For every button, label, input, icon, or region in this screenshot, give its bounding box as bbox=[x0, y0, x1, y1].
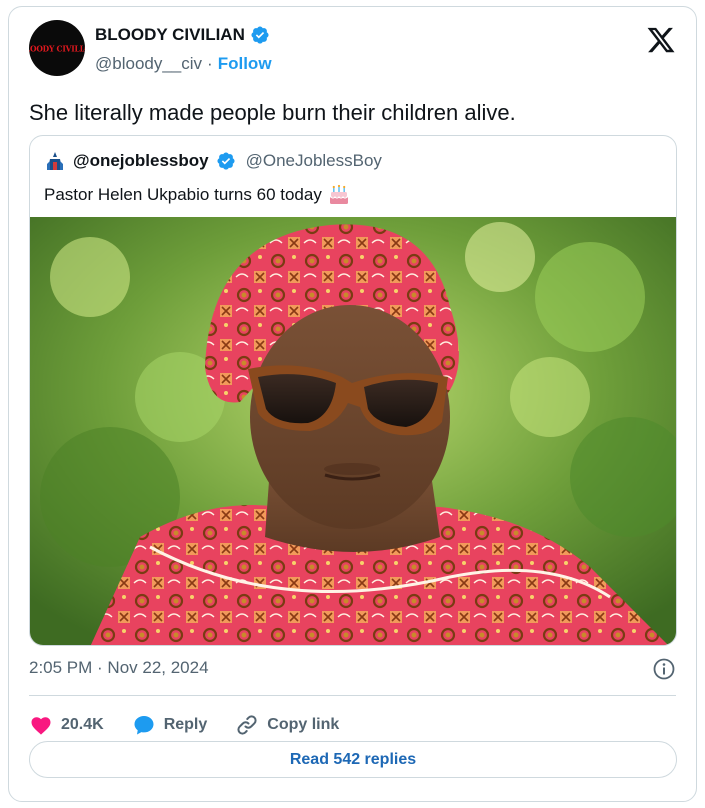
verified-badge-icon bbox=[251, 26, 269, 44]
quoted-author-handle: @OneJoblessBoy bbox=[245, 151, 382, 170]
avatar-logo-text: BLOODY CIVILIAN bbox=[29, 42, 85, 54]
tweet-card: BLOODY CIVILIAN BLOODY CIVILIAN @bloody_… bbox=[8, 6, 697, 802]
read-replies-button[interactable]: Read 542 replies bbox=[29, 741, 677, 778]
like-button[interactable]: 20.4K bbox=[29, 713, 104, 737]
quoted-photo[interactable] bbox=[30, 217, 676, 645]
tweet-timestamp[interactable]: 2:05 PM · Nov 22, 2024 bbox=[29, 658, 209, 678]
copy-link-button[interactable]: Copy link bbox=[235, 713, 339, 737]
author-name-row[interactable]: BLOODY CIVILIAN bbox=[95, 25, 270, 45]
quoted-text-row: Pastor Helen Ukpabio turns 60 today bbox=[44, 184, 350, 206]
birthday-cake-icon bbox=[329, 184, 348, 204]
like-count: 20.4K bbox=[61, 716, 104, 733]
link-icon bbox=[237, 715, 257, 735]
quoted-author-avatar[interactable] bbox=[44, 150, 66, 172]
follow-button[interactable]: Follow bbox=[218, 54, 272, 74]
author-name[interactable]: BLOODY CIVILIAN bbox=[95, 25, 245, 45]
quoted-tweet[interactable]: @onejoblessboy @OneJoblessBoy Pastor Hel… bbox=[29, 135, 677, 646]
author-handle[interactable]: @bloody__civ bbox=[95, 54, 202, 74]
tweet-text: She literally made people burn their chi… bbox=[29, 100, 516, 125]
author-avatar[interactable]: BLOODY CIVILIAN bbox=[29, 20, 85, 76]
verified-badge-icon bbox=[217, 152, 235, 170]
copy-link-label: Copy link bbox=[267, 716, 340, 733]
heart-icon bbox=[31, 717, 51, 735]
info-icon[interactable] bbox=[652, 657, 676, 681]
reply-label: Reply bbox=[163, 716, 208, 733]
quoted-author-name: @onejoblessboy bbox=[73, 151, 209, 170]
divider bbox=[29, 695, 676, 696]
x-logo-icon[interactable] bbox=[646, 25, 676, 55]
action-bar: 20.4K Reply Copy link bbox=[29, 707, 367, 743]
quoted-tweet-text: Pastor Helen Ukpabio turns 60 today bbox=[44, 185, 322, 204]
reply-button[interactable]: Reply bbox=[132, 713, 208, 737]
author-handle-row: @bloody__civ · Follow bbox=[95, 54, 272, 74]
quoted-author-row: @onejoblessboy @OneJoblessBoy bbox=[44, 150, 382, 172]
reply-bubble-icon bbox=[134, 716, 154, 735]
photo-pastor-portrait bbox=[30, 217, 676, 645]
handle-separator: · bbox=[207, 54, 213, 73]
